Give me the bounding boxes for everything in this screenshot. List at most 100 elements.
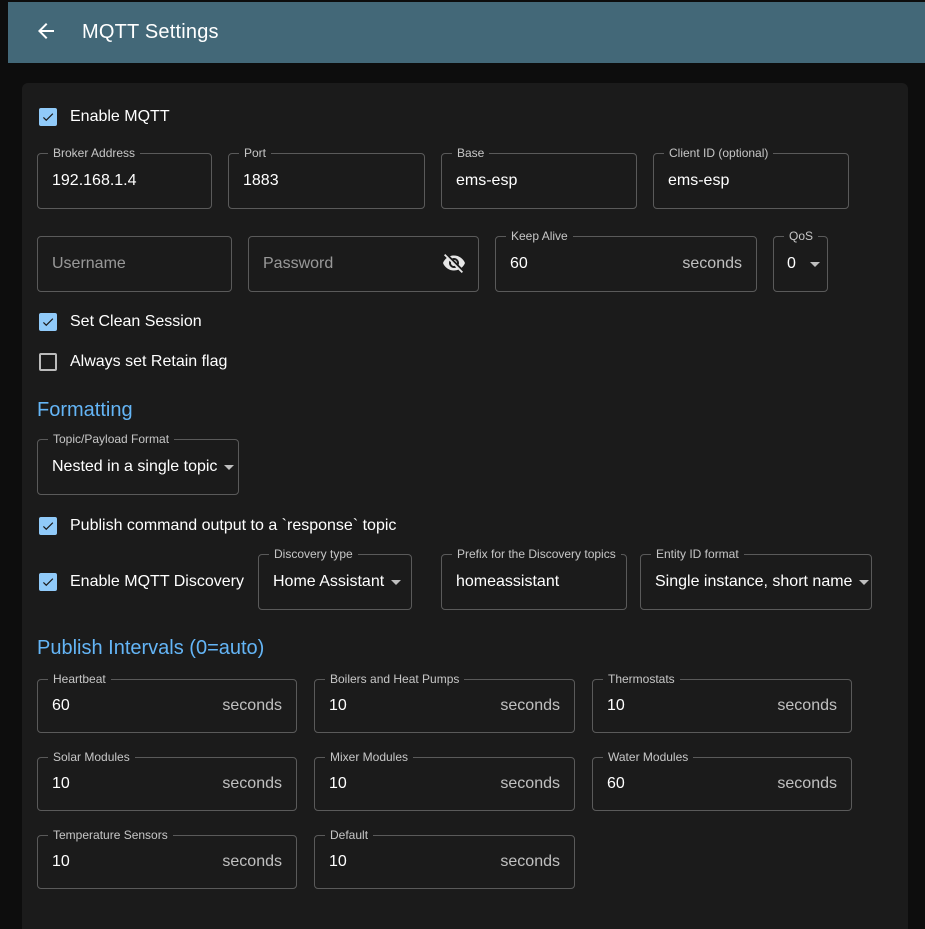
thermostats-label: Thermostats — [603, 672, 680, 686]
default-value[interactable]: 10 — [315, 853, 500, 871]
check-icon — [41, 574, 55, 590]
credentials-row: Keep Alive 60 seconds QoS 0 — [37, 236, 893, 292]
seconds-suffix: seconds — [500, 697, 574, 715]
boilers-value[interactable]: 10 — [315, 697, 500, 715]
keep-alive-label: Keep Alive — [506, 229, 573, 243]
discovery-prefix-input[interactable] — [442, 555, 626, 609]
page-title: MQTT Settings — [82, 21, 219, 44]
qos-value: 0 — [774, 255, 803, 273]
temperature-label: Temperature Sensors — [48, 828, 173, 842]
check-icon — [41, 314, 55, 330]
password-input[interactable] — [249, 237, 434, 291]
heartbeat-value[interactable]: 60 — [38, 697, 222, 715]
keep-alive-suffix: seconds — [682, 255, 756, 273]
heartbeat-label: Heartbeat — [48, 672, 111, 686]
keep-alive-field: Keep Alive 60 seconds — [495, 236, 757, 292]
dropdown-arrow-icon — [852, 570, 876, 594]
qos-label: QoS — [784, 229, 818, 243]
discovery-prefix-label: Prefix for the Discovery topics — [452, 547, 621, 561]
discovery-type-value: Home Assistant — [259, 573, 384, 591]
intervals-grid: Heartbeat 60 seconds Boilers and Heat Pu… — [37, 679, 893, 889]
publish-response-label: Publish command output to a `response` t… — [70, 517, 396, 535]
entity-format-label: Entity ID format — [651, 547, 744, 561]
set-clean-session-checkbox[interactable] — [39, 313, 57, 331]
seconds-suffix: seconds — [222, 775, 296, 793]
base-field: Base — [441, 153, 637, 209]
check-icon — [41, 518, 55, 534]
publish-intervals-heading: Publish Intervals (0=auto) — [37, 636, 893, 660]
default-label: Default — [325, 828, 373, 842]
topic-format-select[interactable]: Topic/Payload Format Nested in a single … — [37, 439, 239, 495]
set-clean-session-label: Set Clean Session — [70, 313, 202, 331]
username-field — [37, 236, 232, 292]
password-field — [248, 236, 479, 292]
discovery-row: Enable MQTT Discovery Discovery type Hom… — [37, 554, 893, 610]
visibility-off-icon — [442, 251, 466, 278]
mixer-label: Mixer Modules — [325, 750, 413, 764]
publish-response-checkbox[interactable] — [39, 517, 57, 535]
base-input[interactable] — [442, 154, 636, 208]
seconds-suffix: seconds — [777, 697, 851, 715]
dropdown-arrow-icon — [217, 455, 241, 479]
solar-label: Solar Modules — [48, 750, 135, 764]
seconds-suffix: seconds — [500, 775, 574, 793]
default-interval-field: Default 10 seconds — [314, 835, 575, 889]
username-input[interactable] — [38, 237, 231, 291]
port-input[interactable] — [229, 154, 424, 208]
mixer-value[interactable]: 10 — [315, 775, 500, 793]
always-retain-row: Always set Retain flag — [37, 350, 893, 374]
discovery-type-label: Discovery type — [269, 547, 358, 561]
base-label: Base — [452, 146, 489, 160]
keep-alive-value[interactable]: 60 — [496, 255, 682, 273]
seconds-suffix: seconds — [777, 775, 851, 793]
publish-response-row: Publish command output to a `response` t… — [37, 514, 893, 538]
toggle-password-visibility-button[interactable] — [434, 244, 474, 284]
heartbeat-interval-field: Heartbeat 60 seconds — [37, 679, 297, 733]
topic-format-value: Nested in a single topic — [38, 458, 217, 476]
app-bar: MQTT Settings — [8, 2, 925, 63]
mixer-interval-field: Mixer Modules 10 seconds — [314, 757, 575, 811]
discovery-prefix-field: Prefix for the Discovery topics — [441, 554, 627, 610]
topic-format-label: Topic/Payload Format — [48, 432, 174, 446]
solar-interval-field: Solar Modules 10 seconds — [37, 757, 297, 811]
boilers-label: Boilers and Heat Pumps — [325, 672, 464, 686]
seconds-suffix: seconds — [500, 853, 574, 871]
dropdown-arrow-icon — [803, 252, 827, 276]
dropdown-arrow-icon — [384, 570, 408, 594]
temperature-interval-field: Temperature Sensors 10 seconds — [37, 835, 297, 889]
enable-discovery-row: Enable MQTT Discovery — [37, 570, 258, 594]
solar-value[interactable]: 10 — [38, 775, 222, 793]
broker-address-input[interactable] — [38, 154, 211, 208]
temperature-value[interactable]: 10 — [38, 853, 222, 871]
water-label: Water Modules — [603, 750, 693, 764]
entity-format-select[interactable]: Entity ID format Single instance, short … — [640, 554, 872, 610]
broker-address-field: Broker Address — [37, 153, 212, 209]
entity-format-value: Single instance, short name — [641, 573, 852, 591]
qos-select[interactable]: QoS 0 — [773, 236, 828, 292]
thermostats-interval-field: Thermostats 10 seconds — [592, 679, 852, 733]
back-button[interactable] — [26, 13, 66, 53]
seconds-suffix: seconds — [222, 697, 296, 715]
settings-panel: Enable MQTT Broker Address Port Base Cli… — [22, 83, 908, 929]
port-label: Port — [239, 146, 271, 160]
broker-row: Broker Address Port Base Client ID (opti… — [37, 153, 893, 209]
client-id-input[interactable] — [654, 154, 848, 208]
always-retain-checkbox[interactable] — [39, 353, 57, 371]
discovery-type-select[interactable]: Discovery type Home Assistant — [258, 554, 412, 610]
set-clean-session-row: Set Clean Session — [37, 310, 893, 334]
arrow-back-icon — [34, 19, 58, 46]
enable-mqtt-row: Enable MQTT — [37, 105, 893, 129]
always-retain-label: Always set Retain flag — [70, 353, 227, 371]
water-value[interactable]: 60 — [593, 775, 777, 793]
boilers-interval-field: Boilers and Heat Pumps 10 seconds — [314, 679, 575, 733]
check-icon — [41, 109, 55, 125]
port-field: Port — [228, 153, 425, 209]
enable-discovery-checkbox[interactable] — [39, 573, 57, 591]
water-interval-field: Water Modules 60 seconds — [592, 757, 852, 811]
client-id-field: Client ID (optional) — [653, 153, 849, 209]
client-id-label: Client ID (optional) — [664, 146, 773, 160]
formatting-heading: Formatting — [37, 398, 893, 422]
enable-mqtt-checkbox[interactable] — [39, 108, 57, 126]
seconds-suffix: seconds — [222, 853, 296, 871]
thermostats-value[interactable]: 10 — [593, 697, 777, 715]
